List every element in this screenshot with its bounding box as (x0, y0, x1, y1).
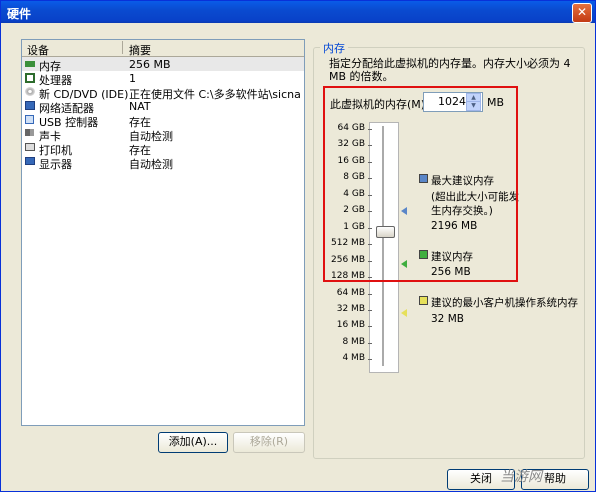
display-icon (25, 157, 35, 165)
min-guest-value: 32 MB (431, 313, 464, 325)
device-row-memory[interactable]: 内存 256 MB (22, 57, 304, 73)
cd-dvd-icon (25, 87, 35, 96)
device-row-display[interactable]: 显示器 自动检测 (22, 155, 304, 171)
network-adapter-icon (25, 101, 35, 110)
scale-tick (368, 359, 372, 360)
sound-card-icon (25, 129, 34, 136)
device-row-printer[interactable]: 打印机 存在 (22, 141, 304, 157)
watermark: 当游网 (500, 469, 542, 485)
min-guest-legend-icon (419, 296, 428, 305)
scale-tick (368, 294, 372, 295)
device-list-header: 设备 摘要 (22, 40, 304, 57)
highlight-box (323, 86, 518, 282)
close-icon[interactable]: ✕ (572, 3, 592, 23)
printer-icon (25, 143, 35, 151)
window-title: 硬件 (7, 7, 32, 21)
title-bar: 硬件 ✕ (1, 1, 595, 23)
device-row-sound-card[interactable]: 声卡 自动检测 (22, 127, 304, 143)
memory-group-title: 内存 (320, 40, 348, 56)
scale-label: 16 MB (336, 320, 365, 330)
scale-tick (368, 310, 372, 311)
device-summary: 256 MB (129, 58, 171, 71)
remove-button[interactable]: 移除(R) (233, 432, 305, 453)
usb-icon (25, 115, 34, 124)
device-name: 显示器 (39, 158, 72, 171)
scale-tick (368, 326, 372, 327)
memory-icon (25, 61, 35, 67)
processor-icon (25, 73, 35, 83)
device-row-cd-dvd[interactable]: 新 CD/DVD (IDE) 正在使用文件 C:\多多软件站\sicnal... (22, 85, 304, 101)
device-list[interactable]: 设备 摘要 内存 256 MB 处理器 1 新 CD/DVD (IDE) 正在使… (21, 39, 305, 426)
column-separator[interactable] (122, 41, 123, 54)
scale-label: 64 MB (336, 288, 365, 298)
column-header-summary[interactable]: 摘要 (129, 42, 151, 58)
device-row-network-adapter[interactable]: 网络适配器 NAT (22, 99, 304, 115)
device-row-processor[interactable]: 处理器 1 (22, 71, 304, 87)
memory-description: 指定分配给此虚拟机的内存量。内存大小必须为 4 MB 的倍数。 (329, 57, 571, 83)
device-summary: 1 (129, 72, 136, 85)
device-summary: NAT (129, 100, 151, 113)
device-summary: 自动检测 (129, 158, 173, 171)
add-button[interactable]: 添加(A)... (158, 432, 228, 453)
column-header-device[interactable]: 设备 (27, 42, 49, 58)
scale-tick (368, 343, 372, 344)
device-row-usb-controller[interactable]: USB 控制器 存在 (22, 113, 304, 129)
scale-label: 32 MB (336, 304, 365, 314)
min-guest-title: 建议的最小客户机操作系统内存 (431, 297, 578, 309)
scale-label: 8 MB (342, 337, 365, 347)
scale-label: 4 MB (342, 353, 365, 363)
min-guest-marker-icon (401, 309, 407, 317)
